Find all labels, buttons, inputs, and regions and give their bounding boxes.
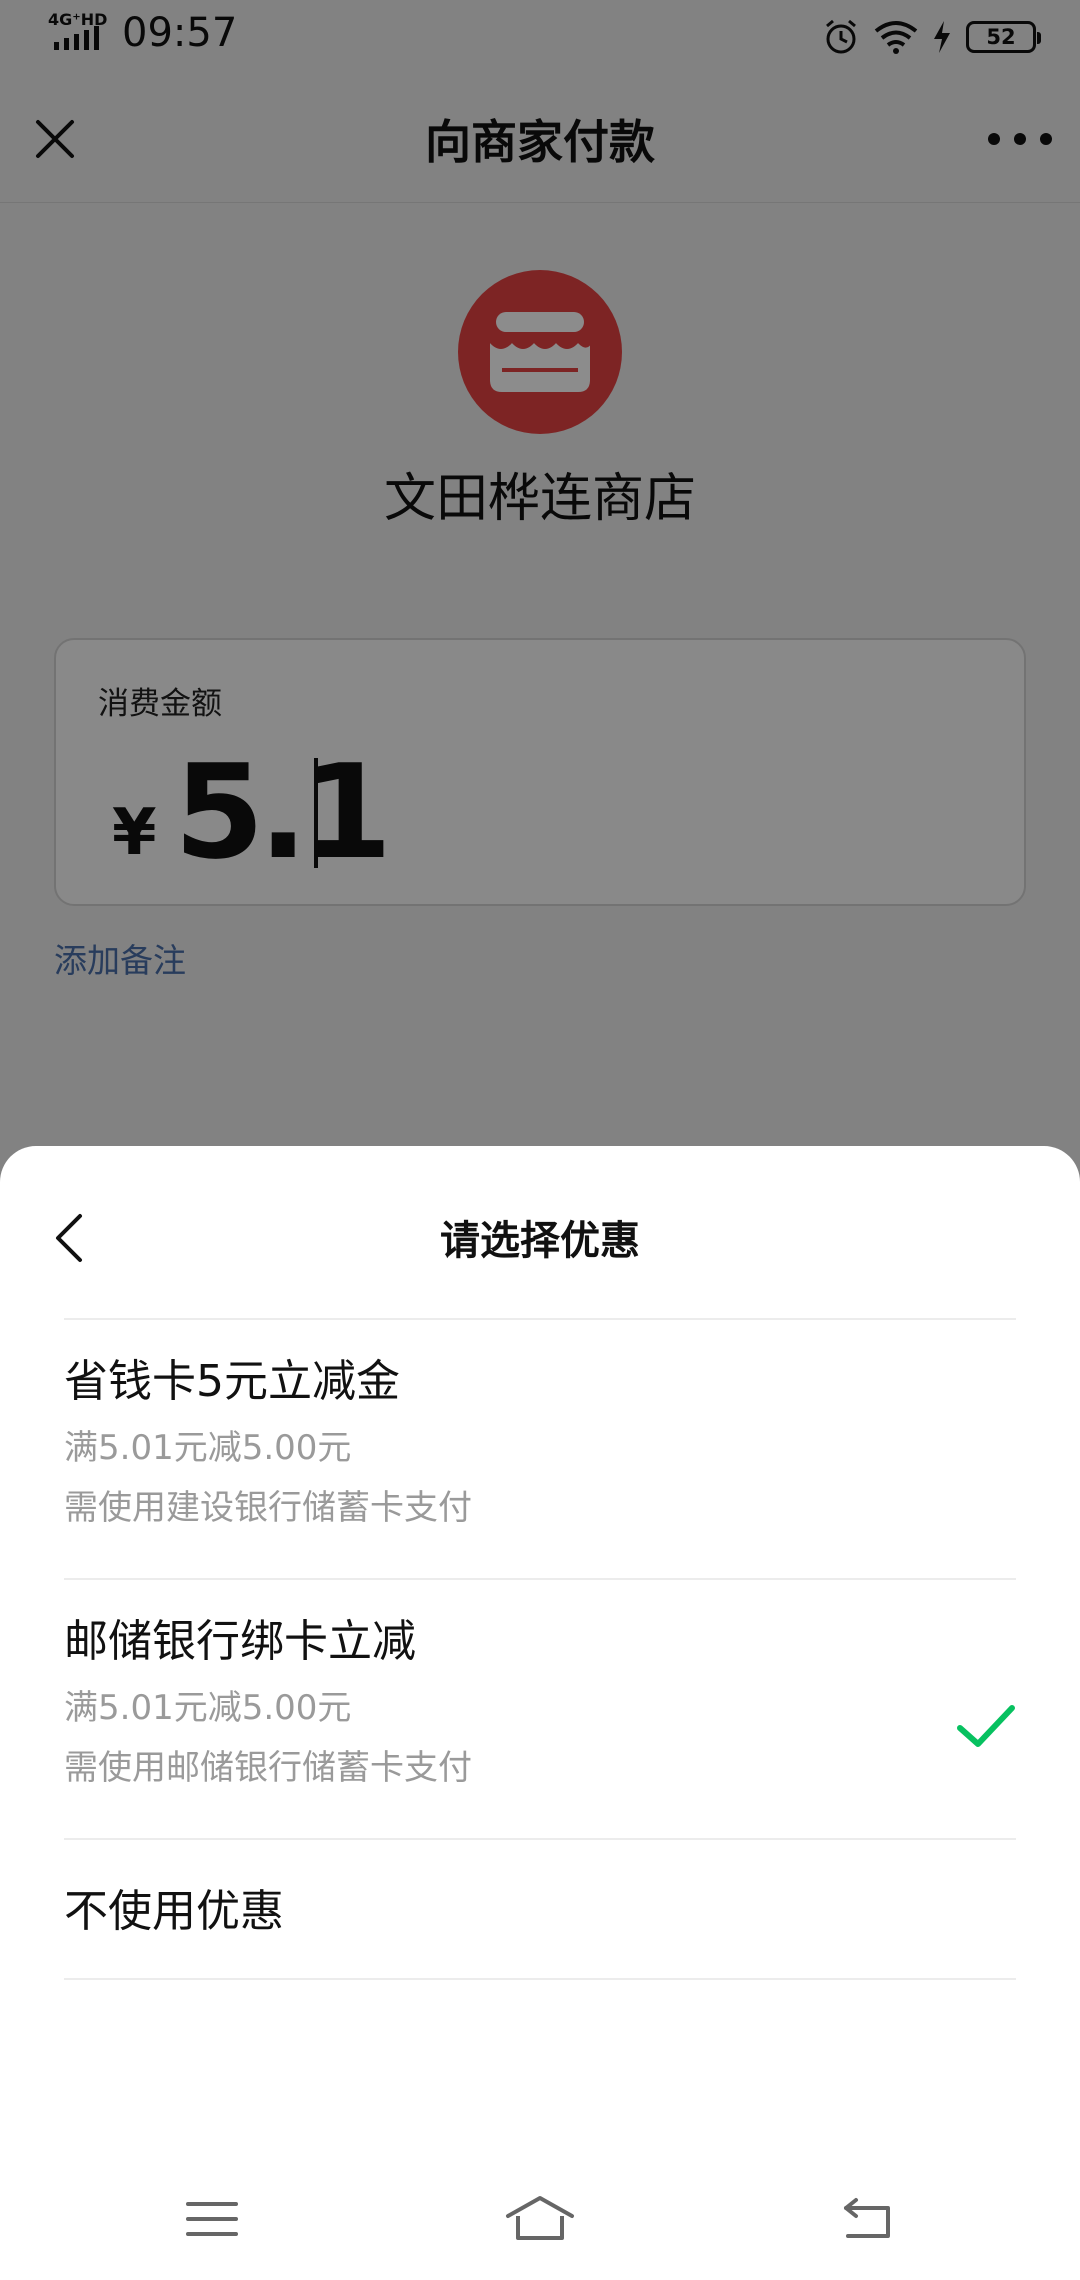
home-icon[interactable] <box>504 2192 576 2246</box>
divider <box>64 1318 1016 1320</box>
discount-option-savings-card[interactable]: 省钱卡5元立减金 满5.01元减5.00元 需使用建设银行储蓄卡支付 <box>64 1352 1016 1582</box>
menu-icon[interactable] <box>182 2192 242 2246</box>
discount-bottom-sheet: 请选择优惠 省钱卡5元立减金 满5.01元减5.00元 需使用建设银行储蓄卡支付… <box>0 1146 1080 2280</box>
discount-option-postal-bank[interactable]: 邮储银行绑卡立减 满5.01元减5.00元 需使用邮储银行储蓄卡支付 <box>64 1612 1016 1842</box>
divider <box>64 1838 1016 1840</box>
checkmark-icon <box>957 1705 1015 1747</box>
option-condition: 满5.01元减5.00元 <box>64 1688 352 1728</box>
option-requirement: 需使用建设银行储蓄卡支付 <box>64 1488 472 1528</box>
option-title: 邮储银行绑卡立减 <box>64 1616 416 1667</box>
discount-option-none[interactable]: 不使用优惠 <box>64 1882 1016 1982</box>
option-condition: 满5.01元减5.00元 <box>64 1428 352 1468</box>
option-title: 省钱卡5元立减金 <box>64 1356 400 1407</box>
divider <box>64 1978 1016 1980</box>
option-title: 不使用优惠 <box>64 1886 284 1937</box>
divider <box>64 1578 1016 1580</box>
back-nav-icon[interactable] <box>838 2192 898 2246</box>
sheet-title: 请选择优惠 <box>440 1218 640 1264</box>
system-nav-bar <box>0 2160 1080 2280</box>
option-requirement: 需使用邮储银行储蓄卡支付 <box>64 1748 472 1788</box>
